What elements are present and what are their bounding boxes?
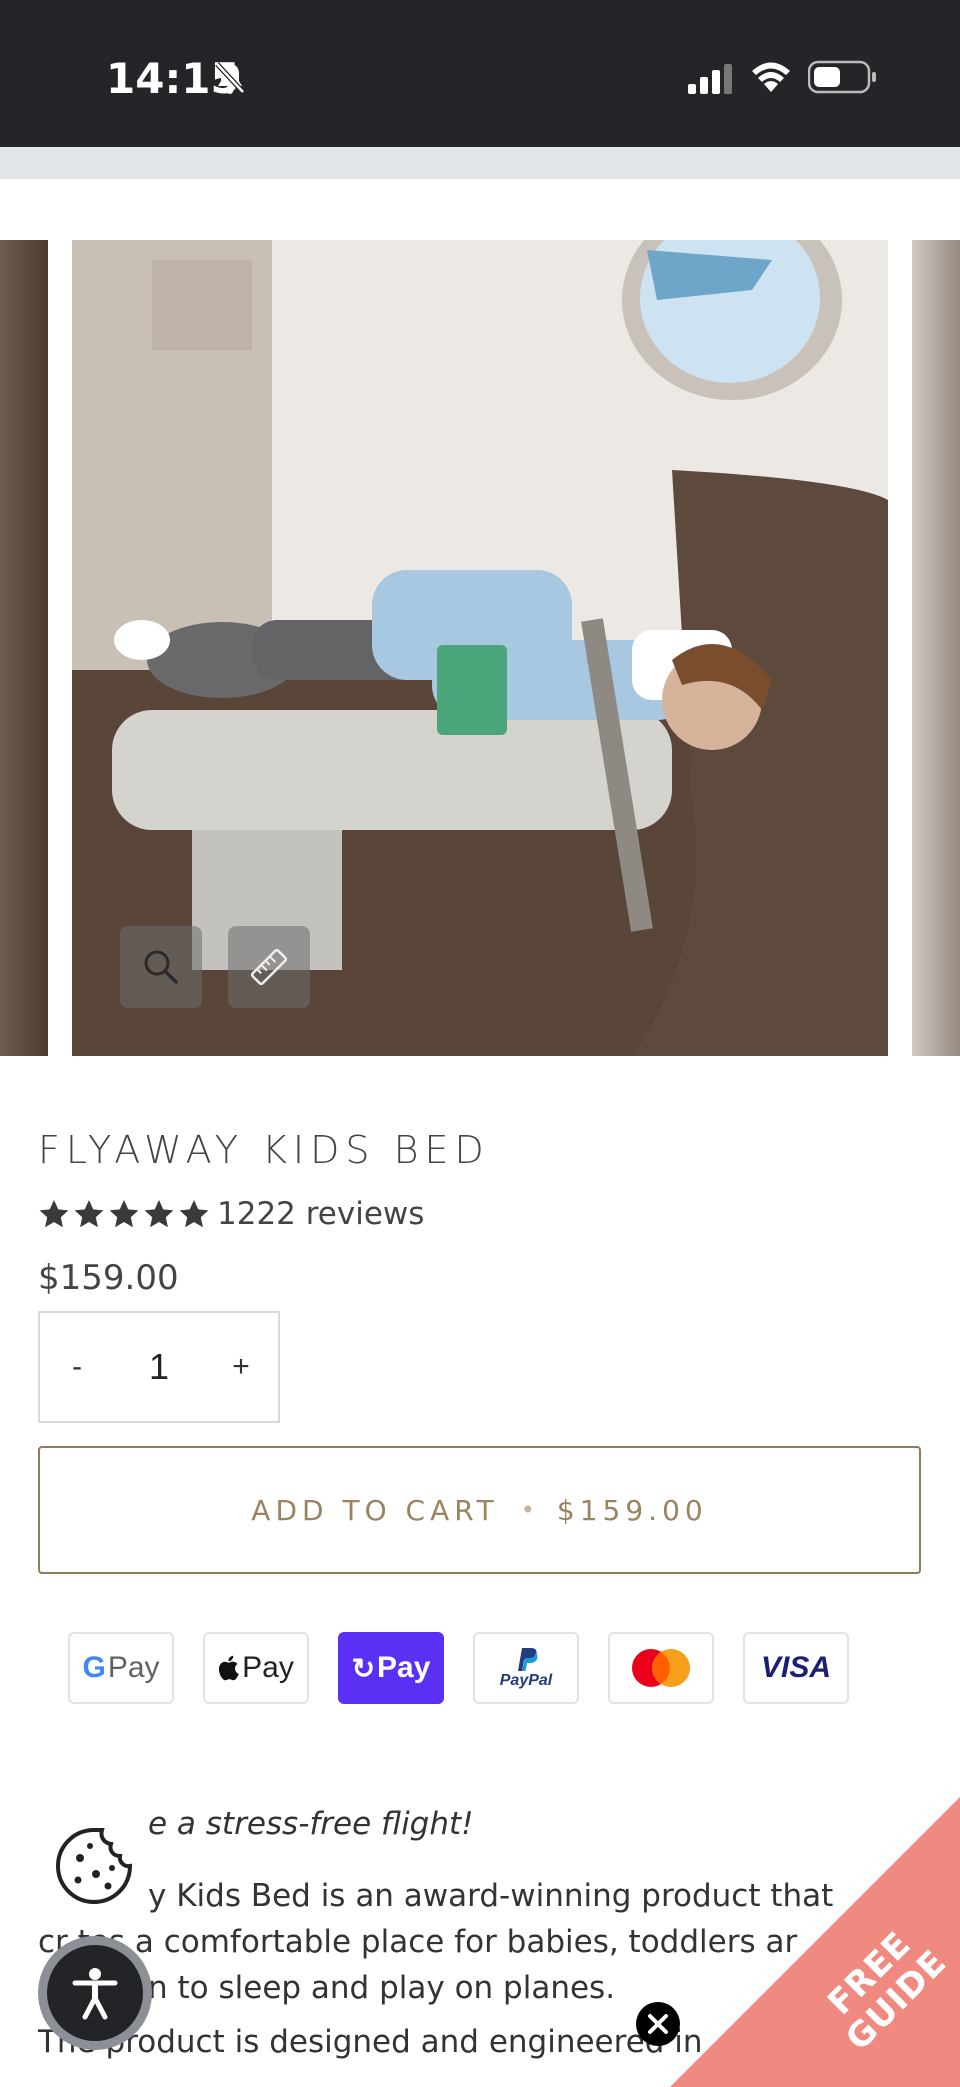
product-gallery[interactable] — [0, 240, 960, 1056]
wifi-icon — [752, 62, 790, 92]
description-heading: e a stress-free flight! — [148, 1806, 474, 1842]
star-icon — [39, 1200, 69, 1228]
product-title: FLYAWAY KIDS BED — [38, 1128, 490, 1172]
gallery-slide-previous[interactable] — [0, 240, 48, 1056]
battery-icon — [808, 60, 876, 94]
shop-pay-badge: ↻ Pay — [338, 1632, 444, 1704]
accessibility-button[interactable] — [38, 1936, 152, 2050]
magnifier-icon — [144, 950, 178, 984]
star-icon — [74, 1200, 104, 1228]
status-bar: 14:15 — [0, 0, 960, 147]
mastercard-icon — [632, 1649, 690, 1687]
quantity-stepper[interactable]: - 1 + — [38, 1311, 280, 1423]
free-guide-ribbon[interactable]: FREE GUIDE — [660, 1797, 960, 2087]
add-to-cart-label: ADD TO CART — [251, 1493, 499, 1527]
add-to-cart-separator: • — [520, 1496, 535, 1524]
close-icon — [648, 2014, 668, 2034]
add-to-cart-button[interactable]: ADD TO CART • $159.00 — [38, 1446, 921, 1574]
close-button[interactable] — [636, 2002, 680, 2046]
paypal-badge: PayPal — [473, 1632, 579, 1704]
signal-icon — [688, 64, 732, 94]
payment-methods: G Pay Pay ↻ Pay PayPal VISA — [68, 1632, 849, 1704]
paypal-label: PayPal — [499, 1672, 553, 1689]
visa-label: VISA — [760, 1651, 832, 1684]
product-price: $159.00 — [38, 1258, 179, 1298]
cookie-consent-button[interactable] — [52, 1824, 136, 1908]
mastercard-badge — [608, 1632, 714, 1704]
size-guide-button[interactable] — [228, 926, 310, 1008]
reviews-count[interactable]: 1222 reviews — [217, 1196, 424, 1232]
star-icon — [109, 1200, 139, 1228]
add-to-cart-price: $159.00 — [556, 1493, 708, 1527]
ruler-icon — [250, 948, 288, 986]
quantity-increase-button[interactable]: + — [204, 1350, 278, 1384]
apple-icon — [219, 1655, 239, 1681]
product-rating[interactable]: 1222 reviews — [38, 1196, 424, 1232]
visa-badge: VISA — [743, 1632, 849, 1704]
gallery-slide-main[interactable] — [72, 240, 888, 1056]
star-icon — [144, 1200, 174, 1228]
accessibility-icon — [72, 1968, 118, 2020]
paypal-icon — [518, 1648, 538, 1671]
google-pay-badge: G Pay — [68, 1632, 174, 1704]
apple-pay-badge: Pay — [203, 1632, 309, 1704]
quantity-decrease-button[interactable]: - — [40, 1350, 114, 1384]
accessibility-button-inner — [47, 1945, 143, 2041]
zoom-button[interactable] — [120, 926, 202, 1008]
shop-pay-label: Pay — [377, 1651, 431, 1684]
bell-muted-icon — [215, 62, 245, 94]
quantity-input[interactable]: 1 — [114, 1346, 204, 1388]
apple-pay-label: Pay — [242, 1651, 294, 1684]
header-band — [0, 147, 960, 179]
star-icon — [179, 1200, 209, 1228]
gallery-slide-next[interactable] — [912, 240, 960, 1056]
